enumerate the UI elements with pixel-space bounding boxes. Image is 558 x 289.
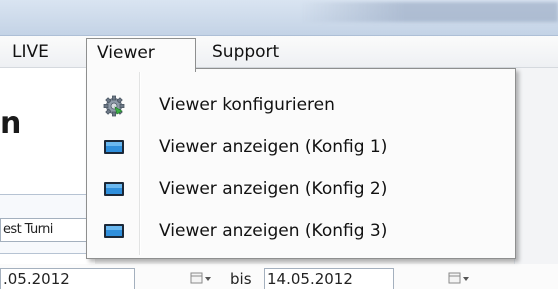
menu-live[interactable]: LIVE [6, 38, 55, 66]
menu-item-label: Viewer anzeigen (Konfig 3) [159, 221, 388, 241]
date-range-row: .05.2012 bis 14.05.2012 [0, 264, 558, 289]
menu-item-configure-viewer[interactable]: Viewer konfigurieren [89, 85, 513, 125]
monitor-icon [103, 137, 125, 157]
window-titlebar [0, 0, 558, 36]
menu-item-label: Viewer konfigurieren [159, 95, 335, 115]
tournament-field[interactable]: est Turni [0, 218, 92, 242]
date-to-picker-button[interactable] [448, 270, 474, 288]
page-heading: n [0, 106, 22, 141]
menu-item-show-viewer-config-3[interactable]: Viewer anzeigen (Konfig 3) [89, 211, 513, 251]
date-to-field[interactable]: 14.05.2012 [264, 268, 394, 289]
viewer-dropdown-menu: Viewer konfigurieren Viewer anzeigen (Ko… [86, 68, 516, 259]
menu-item-show-viewer-config-2[interactable]: Viewer anzeigen (Konfig 2) [89, 169, 513, 209]
monitor-icon [103, 221, 125, 241]
menu-item-label: Viewer anzeigen (Konfig 2) [159, 179, 388, 199]
calendar-dropdown-icon [190, 272, 211, 284]
gear-icon [103, 95, 125, 117]
date-from-picker-button[interactable] [190, 270, 216, 288]
date-from-field[interactable]: .05.2012 [0, 268, 135, 289]
blurred-window-title [300, 2, 558, 22]
monitor-icon [103, 179, 125, 199]
calendar-dropdown-icon [448, 272, 469, 284]
menu-support[interactable]: Support [206, 38, 285, 66]
main-content-area [0, 68, 95, 289]
menu-item-show-viewer-config-1[interactable]: Viewer anzeigen (Konfig 1) [89, 127, 513, 167]
bis-label: bis [230, 270, 252, 288]
right-content-area [514, 68, 558, 289]
menu-viewer[interactable]: Viewer [86, 38, 196, 72]
menu-item-label: Viewer anzeigen (Konfig 1) [159, 137, 388, 157]
menu-bar: LIVE Viewer Support [0, 36, 558, 72]
